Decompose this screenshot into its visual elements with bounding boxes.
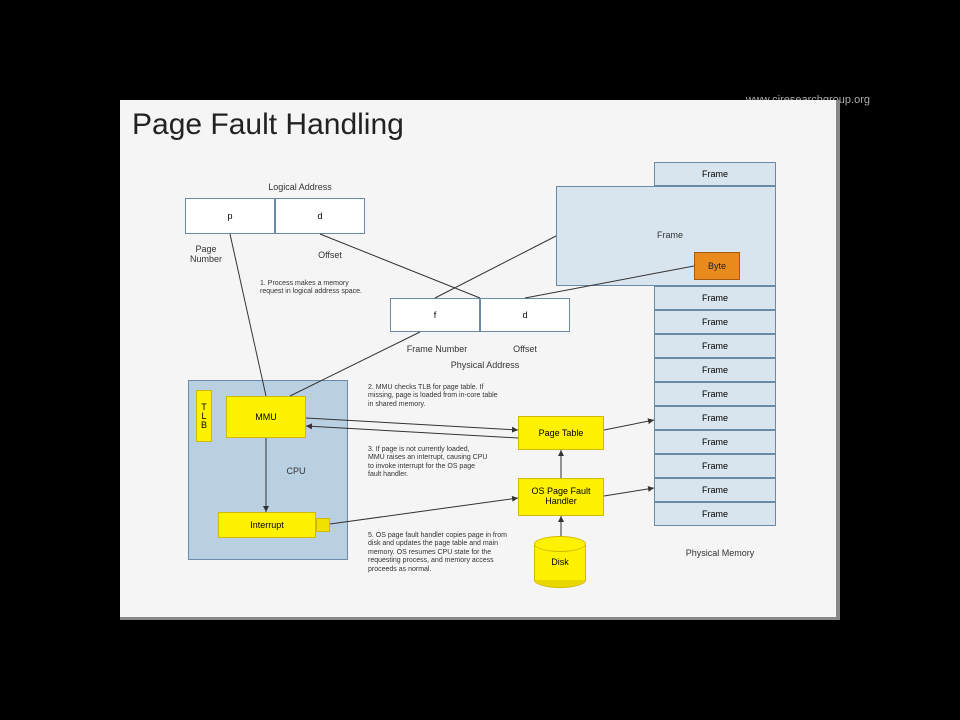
frame-cell-9: Frame <box>654 502 776 526</box>
frame-cell-5: Frame <box>654 406 776 430</box>
frame-cell-7: Frame <box>654 454 776 478</box>
physical-memory-label: Physical Memory <box>670 548 770 558</box>
tlb-box: T L B <box>196 390 212 442</box>
offset-label-1: Offset <box>305 250 355 260</box>
note-2: 2. MMU checks TLB for page table. If mis… <box>368 384 498 409</box>
pagefault-handler-box: OS Page Fault Handler <box>518 478 604 516</box>
frame-cell-0: Frame <box>654 286 776 310</box>
frame-top: Frame <box>654 162 776 186</box>
frame-cell-1: Frame <box>654 310 776 334</box>
frame-cell-2: Frame <box>654 334 776 358</box>
frame-cell-4: Frame <box>654 382 776 406</box>
offset-label-2: Offset <box>495 344 555 354</box>
physical-f-box: f <box>390 298 480 332</box>
mmu-box: MMU <box>226 396 306 438</box>
page-title: Page Fault Handling <box>132 108 404 142</box>
page-number-label: Page Number <box>182 244 230 264</box>
logical-address-label: Logical Address <box>240 182 360 192</box>
note-3: 3. If page is not currently loaded, MMU … <box>368 446 488 480</box>
note-4: 5. OS page fault handler copies page in … <box>368 532 518 574</box>
physical-address-label: Physical Address <box>430 360 540 370</box>
frame-number-label: Frame Number <box>392 344 482 354</box>
byte-box: Byte <box>694 252 740 280</box>
interrupt-marker <box>316 518 330 532</box>
frame-cell-8: Frame <box>654 478 776 502</box>
large-frame-label: Frame <box>640 230 700 240</box>
disk-top <box>534 536 586 552</box>
logical-p-box: p <box>185 198 275 234</box>
frame-cell-6: Frame <box>654 430 776 454</box>
note-1: 1. Process makes a memory request in log… <box>260 280 370 297</box>
physical-d-box: d <box>480 298 570 332</box>
logical-d-box: d <box>275 198 365 234</box>
page-table-box: Page Table <box>518 416 604 450</box>
frame-cell-3: Frame <box>654 358 776 382</box>
interrupt-box: Interrupt <box>218 512 316 538</box>
slide: Page Fault Handling Logical Address p d … <box>120 100 840 620</box>
cpu-label: CPU <box>276 466 316 476</box>
